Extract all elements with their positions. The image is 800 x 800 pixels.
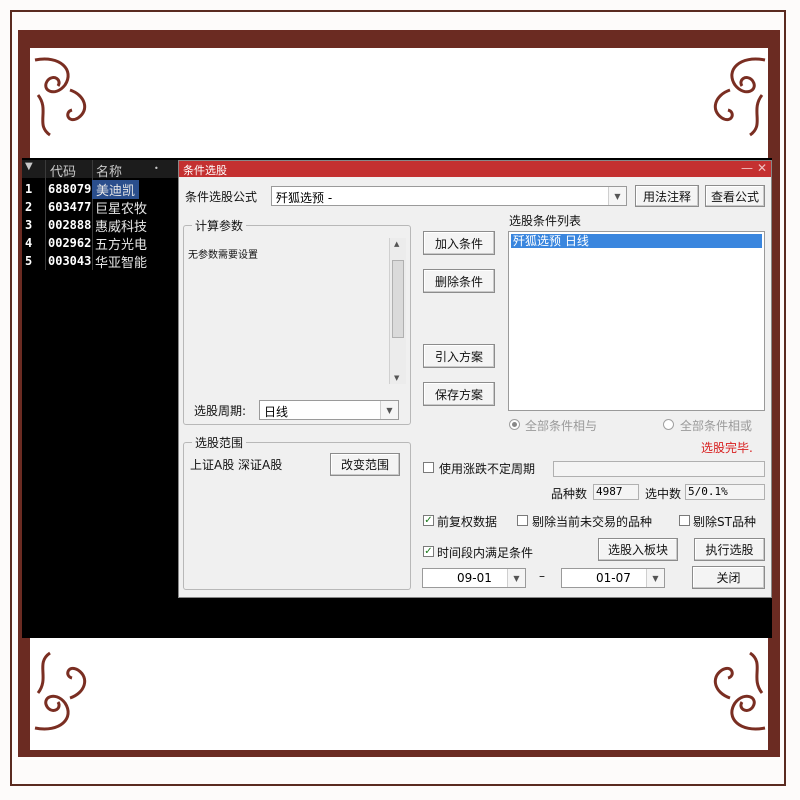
- usage-note-button[interactable]: 用法注释: [635, 185, 699, 207]
- view-formula-button[interactable]: 查看公式: [705, 185, 765, 207]
- scroll-up-icon[interactable]: ▲: [394, 240, 399, 248]
- range-group-title: 选股范围: [192, 434, 247, 451]
- date-to-value: 01-07: [596, 571, 631, 585]
- selected-label: 选中数: [645, 487, 682, 501]
- period-value: 日线: [264, 405, 289, 419]
- dialog-titlebar[interactable]: 条件选股 — ✕: [179, 161, 771, 177]
- stock-row[interactable]: 5 003043 华亚智能: [22, 252, 178, 271]
- params-group: 计算参数 无参数需要设置 ▲ ▼ 选股周期: 日线 ▼: [183, 217, 411, 425]
- save-plan-button[interactable]: 保存方案: [423, 382, 495, 406]
- add-condition-button[interactable]: 加入条件: [423, 231, 495, 255]
- stock-name: 五方光电: [95, 238, 148, 253]
- count-field: 4987: [593, 484, 639, 500]
- stock-name: 惠威科技: [95, 220, 148, 235]
- close-button[interactable]: 关闭: [692, 566, 765, 589]
- minimize-icon[interactable]: —: [741, 161, 753, 175]
- chevron-down-icon[interactable]: ▼: [608, 187, 626, 205]
- scroll-down-icon[interactable]: ▼: [394, 374, 399, 382]
- row-index: 1: [25, 182, 33, 196]
- condition-list[interactable]: 歼狐选预 日线: [508, 231, 765, 411]
- stock-code: 002962: [48, 236, 92, 250]
- ornament-top-left-icon: [34, 57, 87, 137]
- chevron-down-icon[interactable]: ▼: [646, 569, 664, 587]
- or-label: 全部条件相或: [680, 419, 753, 433]
- execute-button[interactable]: 执行选股: [694, 538, 765, 561]
- ornament-bottom-right-icon: [713, 651, 766, 731]
- uncertain-period-label: 使用涨跌不定周期: [439, 462, 536, 476]
- pre-adjust-checkbox[interactable]: ✓: [423, 515, 434, 526]
- stock-code: 688079: [48, 182, 92, 196]
- stock-code: 003043: [48, 254, 92, 268]
- time-range-label: 时间段内满足条件: [437, 546, 534, 560]
- time-range-checkbox[interactable]: ✓: [423, 546, 434, 557]
- period-select[interactable]: 日线 ▼: [259, 400, 399, 420]
- chevron-down-icon[interactable]: ▼: [507, 569, 525, 587]
- and-label: 全部条件相与: [525, 419, 598, 433]
- period-label: 选股周期:: [194, 404, 247, 418]
- uncertain-period-field[interactable]: [553, 461, 765, 477]
- row-index: 3: [25, 218, 33, 232]
- chevron-down-icon[interactable]: ▼: [380, 401, 398, 419]
- stock-row[interactable]: 1 688079 美迪凯 K: [22, 180, 194, 199]
- stock-row[interactable]: 4 002962 五方光电: [22, 234, 178, 253]
- no-params-text: 无参数需要设置: [188, 250, 258, 261]
- row-index: 5: [25, 254, 33, 268]
- params-group-title: 计算参数: [192, 217, 247, 234]
- condition-select-dialog: 条件选股 — ✕ 条件选股公式 歼狐选预 - ▼ 用法注释 查看公式 计算参数 …: [178, 160, 772, 598]
- range-value: 上证A股 深证A股: [190, 458, 283, 472]
- delete-condition-button[interactable]: 删除条件: [423, 269, 495, 293]
- col-code-header[interactable]: 代码: [50, 161, 76, 180]
- date-to-select[interactable]: 01-07 ▼: [561, 568, 665, 588]
- dialog-title: 条件选股: [183, 164, 227, 177]
- row-index: 4: [25, 236, 33, 250]
- ornament-bottom-left-icon: [34, 651, 87, 731]
- import-plan-button[interactable]: 引入方案: [423, 344, 495, 368]
- status-text: 选股完毕.: [701, 441, 753, 455]
- exclude-st-label: 剔除ST品种: [693, 515, 756, 529]
- row-index: 2: [25, 200, 33, 214]
- range-group: 选股范围 上证A股 深证A股 改变范围: [183, 434, 411, 590]
- date-separator: –: [539, 569, 545, 583]
- sort-triangle-icon[interactable]: ▼: [25, 161, 33, 172]
- stock-name: 美迪凯: [92, 180, 140, 199]
- condition-list-label: 选股条件列表: [509, 214, 582, 228]
- scroll-thumb[interactable]: [392, 260, 404, 338]
- uncertain-period-checkbox[interactable]: [423, 462, 434, 473]
- exclude-untraded-label: 剔除当前未交易的品种: [532, 515, 653, 529]
- add-to-board-button[interactable]: 选股入板块: [598, 538, 678, 561]
- date-from-value: 09-01: [457, 571, 492, 585]
- stock-name: 华亚智能: [95, 256, 148, 271]
- pre-adjust-label: 前复权数据: [437, 515, 498, 529]
- change-range-button[interactable]: 改变范围: [330, 453, 400, 476]
- and-radio[interactable]: [509, 419, 520, 430]
- formula-value: 歼狐选预 -: [276, 191, 333, 205]
- stock-name: 巨星农牧: [95, 202, 148, 217]
- selected-field: 5/0.1%: [685, 484, 765, 500]
- column-dot-icon: •: [154, 164, 159, 173]
- condition-list-item[interactable]: 歼狐选预 日线: [511, 234, 762, 248]
- formula-select[interactable]: 歼狐选预 - ▼: [271, 186, 627, 206]
- ornament-top-right-icon: [713, 57, 766, 137]
- col-name-header[interactable]: 名称: [96, 161, 122, 180]
- close-icon[interactable]: ✕: [757, 161, 767, 175]
- stock-code: 002888: [48, 218, 92, 232]
- exclude-st-checkbox[interactable]: [679, 515, 690, 526]
- exclude-untraded-checkbox[interactable]: [517, 515, 528, 526]
- formula-label: 条件选股公式: [185, 190, 258, 204]
- or-radio[interactable]: [663, 419, 674, 430]
- stock-row[interactable]: 2 603477 巨星农牧 R: [22, 198, 194, 217]
- stock-row[interactable]: 3 002888 惠威科技: [22, 216, 178, 235]
- params-scrollbar[interactable]: ▲ ▼: [389, 238, 406, 384]
- stock-code: 603477: [48, 200, 92, 214]
- date-from-select[interactable]: 09-01 ▼: [422, 568, 526, 588]
- count-label: 品种数: [551, 487, 588, 501]
